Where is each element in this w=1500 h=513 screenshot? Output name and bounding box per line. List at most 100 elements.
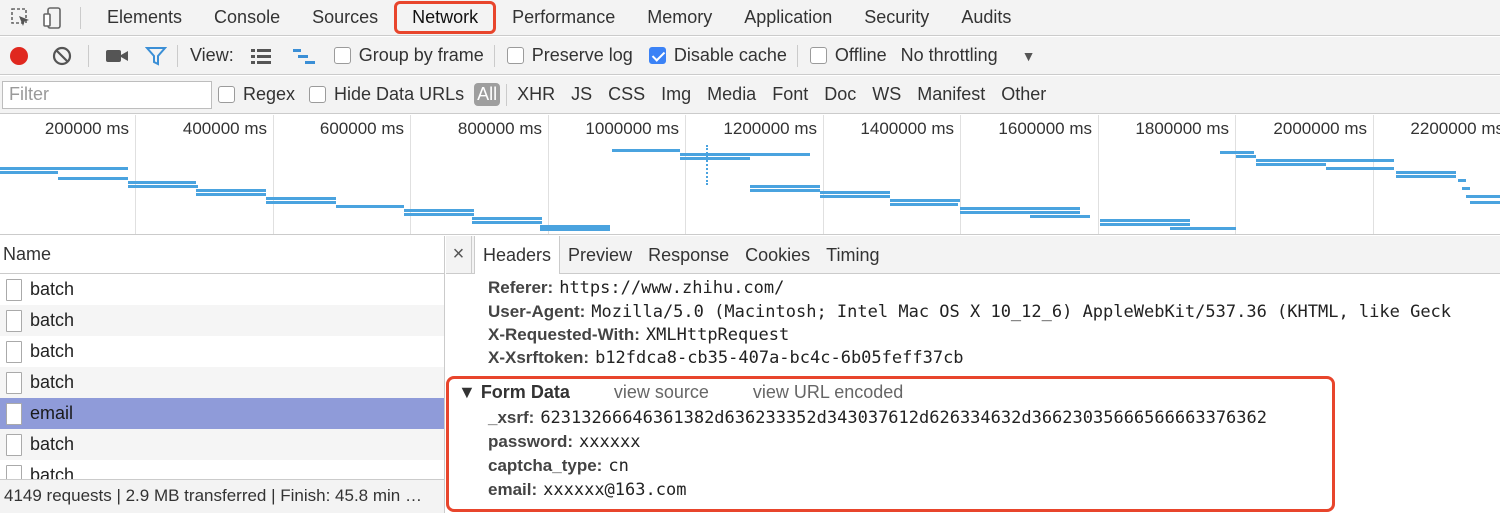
waterfall-view-icon[interactable] (292, 47, 316, 65)
form-data-title[interactable]: ▼ Form Data (458, 382, 570, 403)
timeline-request-bar (1462, 187, 1470, 190)
type-filter-doc[interactable]: Doc (816, 84, 864, 105)
tab-audits[interactable]: Audits (945, 0, 1027, 36)
timeline-request-bar (750, 189, 820, 192)
screenshot-camera-icon[interactable] (105, 47, 129, 65)
preserve-log-checkbox[interactable]: Preserve log (506, 45, 633, 66)
header-x-xsrftoken: X-Xsrftoken: b12fdca8-cb35-407a-bc4c-6b05… (488, 348, 964, 368)
clear-icon[interactable] (52, 46, 72, 66)
request-row[interactable]: email (0, 398, 444, 429)
type-filter-img[interactable]: Img (653, 84, 699, 105)
document-file-icon (6, 340, 22, 363)
timeline-gridline (1235, 115, 1236, 234)
network-summary-status: 4149 requests | 2.9 MB transferred | Fin… (0, 479, 445, 513)
tab-preview[interactable]: Preview (560, 236, 640, 274)
tab-console[interactable]: Console (198, 0, 296, 36)
device-toolbar-icon[interactable] (38, 3, 68, 33)
inspect-element-icon[interactable] (6, 3, 36, 33)
timeline-request-bar (960, 207, 1080, 210)
checkbox-box-checked[interactable] (648, 47, 666, 64)
timeline-request-bar (404, 209, 474, 212)
timeline-tick-label: 1400000 ms (860, 119, 954, 138)
type-filter-all[interactable]: All (474, 83, 501, 106)
hide-data-urls-label: Hide Data URLs (334, 84, 465, 104)
header-value: b12fdca8-cb35-407a-bc4c-6b05feff37cb (595, 348, 964, 368)
view-url-encoded-link[interactable]: view URL encoded (753, 382, 903, 403)
form-field-value: xxxxxx@163.com (543, 480, 687, 500)
timeline-request-bar (1396, 171, 1456, 174)
close-details-icon[interactable]: × (446, 236, 472, 274)
form-field-key: email: (488, 480, 538, 499)
tab-timing[interactable]: Timing (818, 236, 887, 274)
divider (493, 44, 495, 67)
form-data-section-header[interactable]: ▼ Form Data view source view URL encoded (458, 382, 903, 403)
hide-data-urls-checkbox[interactable]: Hide Data URLs (309, 84, 464, 105)
request-row[interactable]: batch (0, 274, 444, 305)
timeline-request-bar (336, 205, 404, 208)
tab-sources[interactable]: Sources (296, 0, 394, 36)
tab-memory[interactable]: Memory (631, 0, 728, 36)
large-rows-view-icon[interactable] (250, 47, 272, 65)
type-filter-js[interactable]: JS (563, 84, 600, 105)
filter-input[interactable] (2, 80, 212, 109)
timeline-overview[interactable]: 200000 ms 400000 ms 600000 ms 800000 ms 1000… (0, 115, 1500, 235)
dropdown-arrow-icon[interactable]: ▼ (1022, 48, 1036, 64)
timeline-tick-label: 1000000 ms (585, 119, 679, 138)
request-name: batch (30, 372, 75, 392)
tab-security[interactable]: Security (848, 0, 945, 36)
view-source-link[interactable]: view source (614, 382, 709, 403)
type-filter-css[interactable]: CSS (600, 84, 653, 105)
header-value: XMLHttpRequest (645, 325, 790, 345)
filter-icon[interactable] (144, 45, 168, 67)
timeline-request-bar (128, 185, 198, 188)
timeline-request-bar (1170, 227, 1236, 230)
tab-application[interactable]: Application (728, 0, 848, 36)
request-row[interactable]: batch (0, 460, 444, 479)
checkbox-box[interactable] (333, 47, 351, 64)
timeline-request-bar (0, 171, 58, 174)
divider (506, 83, 508, 106)
header-value: Mozilla/5.0 (Macintosh; Intel Mac OS X 1… (591, 302, 1452, 322)
request-row[interactable]: batch (0, 305, 444, 336)
request-name: batch (30, 341, 75, 361)
type-filter-font[interactable]: Font (764, 84, 816, 105)
disable-cache-label: Disable cache (673, 45, 787, 65)
timeline-tick-label: 400000 ms (182, 119, 267, 138)
regex-checkbox[interactable]: Regex (218, 84, 295, 105)
tab-cookies[interactable]: Cookies (737, 236, 818, 274)
checkbox-box[interactable] (506, 47, 524, 64)
tab-headers[interactable]: Headers (474, 236, 561, 274)
type-filter-media[interactable]: Media (699, 84, 764, 105)
tab-response[interactable]: Response (640, 236, 737, 274)
checkbox-box[interactable] (218, 86, 235, 103)
disable-cache-checkbox[interactable]: Disable cache (648, 45, 787, 66)
timeline-request-bar (472, 221, 542, 224)
timeline-request-bar (680, 157, 750, 160)
name-column-header[interactable]: Name (0, 236, 444, 274)
record-icon[interactable] (10, 46, 28, 65)
timeline-tick-label: 2200000 ms (1410, 119, 1500, 138)
checkbox-box[interactable] (809, 47, 827, 64)
request-row[interactable]: batch (0, 336, 444, 367)
type-filter-manifest[interactable]: Manifest (909, 84, 993, 105)
timeline-tick-label: 200000 ms (44, 119, 129, 138)
devtools-tab-bar: Elements Console Sources Network Perform… (0, 0, 1500, 36)
timeline-tick-label: 1600000 ms (998, 119, 1092, 138)
request-list: Name batch batch batch batch email batch batch (0, 236, 445, 479)
request-row[interactable]: batch (0, 429, 444, 460)
timeline-tick-label: 1200000 ms (723, 119, 817, 138)
request-row[interactable]: batch (0, 367, 444, 398)
group-by-frame-checkbox[interactable]: Group by frame (333, 45, 484, 66)
type-filter-other[interactable]: Other (993, 84, 1054, 105)
tab-network[interactable]: Network (394, 0, 497, 36)
checkbox-box[interactable] (309, 86, 327, 103)
tab-performance[interactable]: Performance (496, 0, 631, 36)
timeline-request-bar (1458, 179, 1466, 182)
offline-checkbox[interactable]: Offline (809, 45, 887, 66)
timeline-request-bar (0, 167, 128, 170)
tab-elements[interactable]: Elements (91, 0, 198, 36)
divider (177, 44, 178, 67)
type-filter-xhr[interactable]: XHR (509, 84, 563, 105)
type-filter-ws[interactable]: WS (864, 84, 909, 105)
throttling-select[interactable]: No throttling (901, 45, 998, 66)
